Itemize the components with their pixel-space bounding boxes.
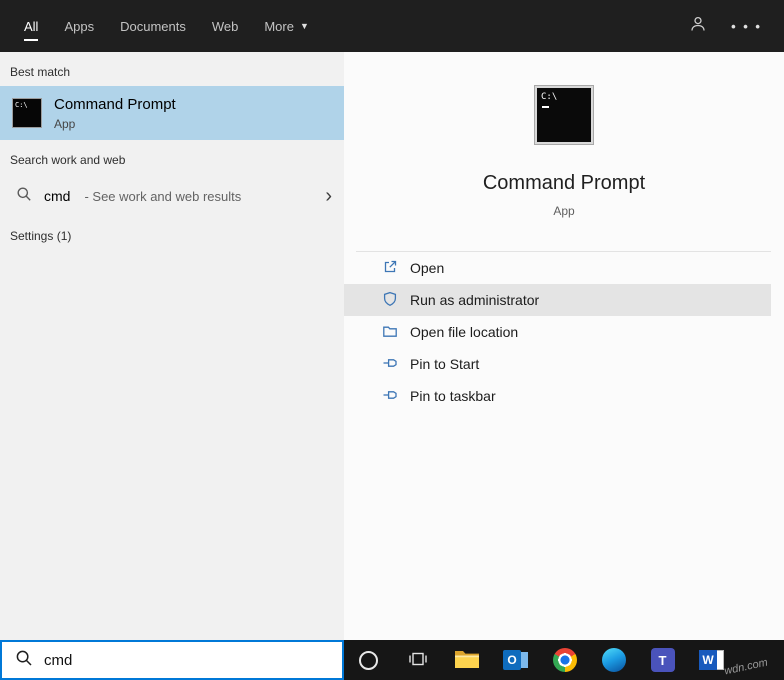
- feedback-icon[interactable]: [689, 15, 707, 38]
- windows-search-flyout: All Apps Documents Web More ▼: [0, 0, 784, 680]
- best-match-subtitle: App: [54, 117, 176, 131]
- pin-icon: [382, 387, 398, 406]
- filter-tabs: All Apps Documents Web More ▼: [24, 0, 309, 52]
- tab-apps-label: Apps: [64, 19, 94, 34]
- context-actions: Open Run as administrator: [344, 251, 771, 412]
- ellipsis-icon[interactable]: • • •: [731, 20, 762, 33]
- search-icon: [16, 186, 32, 207]
- open-icon: [382, 259, 398, 278]
- terminal-prompt-text: C:\: [541, 92, 557, 102]
- topbar-right-icons: • • •: [689, 0, 762, 52]
- edge-button[interactable]: [589, 640, 638, 680]
- best-match-result[interactable]: C:\ Command Prompt App: [0, 86, 344, 140]
- file-explorer-button[interactable]: [442, 640, 491, 680]
- action-pin-to-taskbar[interactable]: Pin to taskbar: [344, 380, 771, 412]
- file-explorer-icon: [454, 648, 480, 673]
- terminal-cursor: [542, 106, 549, 108]
- search-input-value: cmd: [44, 652, 72, 669]
- pin-icon: [382, 355, 398, 374]
- preview-panel: C:\ Command Prompt App Open: [344, 52, 784, 640]
- folder-icon: [382, 323, 398, 342]
- tab-web[interactable]: Web: [212, 0, 239, 52]
- chrome-icon: [553, 648, 577, 672]
- teams-button[interactable]: T: [638, 640, 687, 680]
- cortana-button[interactable]: [344, 640, 393, 680]
- web-search-result[interactable]: cmd - See work and web results ›: [0, 176, 344, 216]
- tab-more-label: More: [264, 19, 294, 34]
- best-match-header: Best match: [0, 52, 344, 86]
- action-open[interactable]: Open: [344, 252, 771, 284]
- cortana-icon: [359, 651, 378, 670]
- tab-more[interactable]: More ▼: [264, 0, 309, 52]
- action-open-label: Open: [410, 260, 444, 276]
- taskbar-search-box[interactable]: cmd: [0, 640, 344, 680]
- taskbar-icons: O T W: [344, 640, 736, 680]
- task-view-button[interactable]: [393, 640, 442, 680]
- settings-header: Settings (1): [0, 216, 344, 250]
- command-prompt-icon-large: C:\: [535, 86, 593, 144]
- task-view-icon: [408, 649, 428, 672]
- action-pin-to-start-label: Pin to Start: [410, 356, 479, 372]
- action-pin-to-taskbar-label: Pin to taskbar: [410, 388, 496, 404]
- chrome-button[interactable]: [540, 640, 589, 680]
- action-pin-to-start[interactable]: Pin to Start: [344, 348, 771, 380]
- best-match-title: Command Prompt: [54, 96, 176, 113]
- web-search-header: Search work and web: [0, 140, 344, 174]
- word-button[interactable]: W: [687, 640, 736, 680]
- tab-documents-label: Documents: [120, 19, 186, 34]
- edge-icon: [602, 648, 626, 672]
- web-search-query: cmd: [44, 188, 70, 204]
- preview-title: Command Prompt: [344, 172, 784, 195]
- results-panel: Best match C:\ Command Prompt App Search…: [0, 52, 344, 640]
- chevron-down-icon: ▼: [300, 21, 309, 31]
- web-search-hint: - See work and web results: [84, 189, 241, 204]
- taskbar: cmd: [0, 640, 784, 680]
- tab-apps[interactable]: Apps: [64, 0, 94, 52]
- word-icon: W: [699, 648, 724, 672]
- search-filter-bar: All Apps Documents Web More ▼: [0, 0, 784, 52]
- search-results-area: Best match C:\ Command Prompt App Search…: [0, 52, 784, 640]
- search-icon: [15, 649, 33, 672]
- preview-subtitle: App: [344, 204, 784, 218]
- tab-web-label: Web: [212, 19, 239, 34]
- command-prompt-icon: C:\: [12, 98, 42, 128]
- terminal-prompt-text: C:\: [15, 101, 28, 109]
- chevron-right-icon: ›: [325, 186, 332, 206]
- teams-icon: T: [651, 648, 675, 672]
- action-run-as-administrator-label: Run as administrator: [410, 292, 539, 308]
- shield-icon: [382, 291, 398, 310]
- best-match-text: Command Prompt App: [54, 96, 176, 131]
- tab-all-label: All: [24, 19, 38, 34]
- action-open-file-location[interactable]: Open file location: [344, 316, 771, 348]
- tab-all[interactable]: All: [24, 0, 38, 52]
- outlook-icon: O: [503, 648, 528, 672]
- action-run-as-administrator[interactable]: Run as administrator: [344, 284, 771, 316]
- outlook-button[interactable]: O: [491, 640, 540, 680]
- action-open-file-location-label: Open file location: [410, 324, 518, 340]
- tab-documents[interactable]: Documents: [120, 0, 186, 52]
